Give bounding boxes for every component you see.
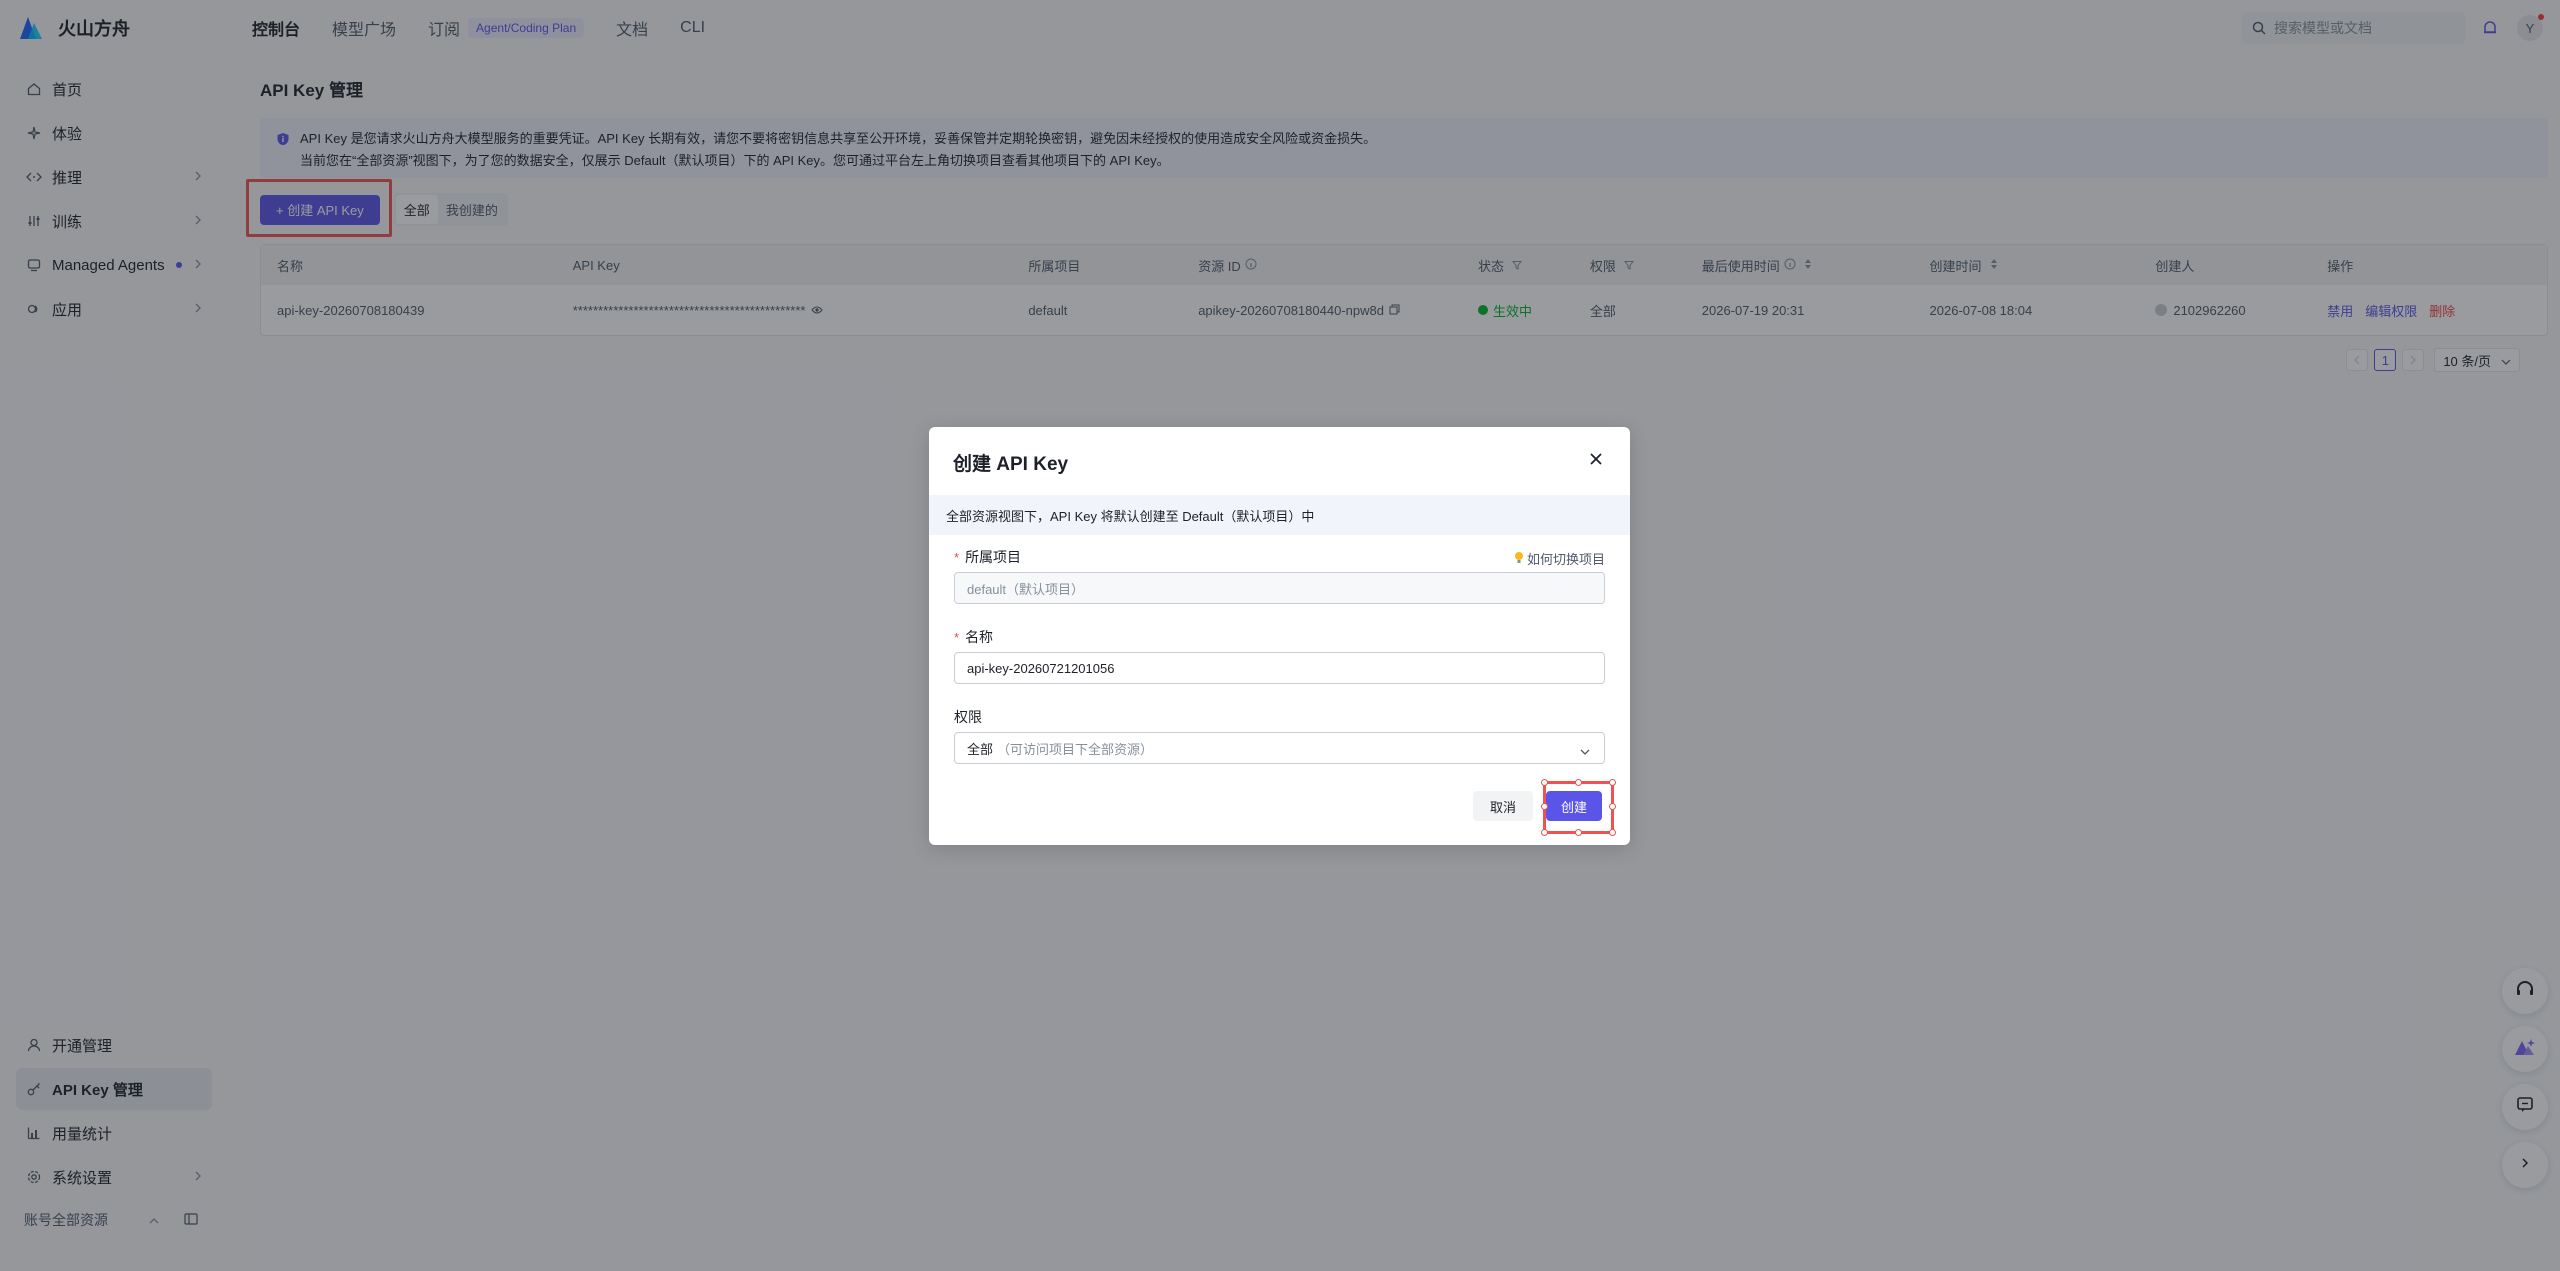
project-label: * 所属项目 (954, 547, 1021, 567)
required-mark: * (954, 629, 960, 645)
dialog-title: 创建 API Key (953, 454, 1069, 475)
permission-label: 权限 (954, 709, 982, 725)
required-mark: * (954, 549, 960, 565)
create-api-key-dialog: 创建 API Key 全部资源视图下，API Key 将默认创建至 Defaul… (929, 427, 1630, 845)
lightbulb-icon (1514, 551, 1524, 567)
how-to-switch-project-link[interactable]: 如何切换项目 (1514, 549, 1605, 568)
name-label: * 名称 (954, 627, 993, 647)
close-icon[interactable] (1586, 449, 1606, 469)
resize-handle (1575, 829, 1582, 836)
help-link-text: 如何切换项目 (1526, 552, 1605, 567)
permission-value: 全部 (967, 741, 994, 757)
dialog-info-banner: 全部资源视图下，API Key 将默认创建至 Default（默认项目）中 (929, 495, 1630, 535)
resize-handle (1575, 779, 1582, 786)
name-label-text: 名称 (965, 629, 994, 645)
project-input[interactable]: default（默认项目） (954, 572, 1605, 604)
permission-select[interactable]: 全部 （可访问项目下全部资源） (954, 732, 1605, 764)
permission-hint: （可访问项目下全部资源） (997, 741, 1154, 757)
project-label-text: 所属项目 (965, 549, 1022, 565)
cancel-button[interactable]: 取消 (1473, 791, 1533, 821)
highlight-create-button (1541, 779, 1616, 836)
resize-handle (1609, 803, 1616, 810)
name-input[interactable]: api-key-20260721201056 (954, 652, 1605, 684)
resize-handle (1609, 829, 1616, 836)
resize-handle (1541, 829, 1548, 836)
resize-handle (1609, 779, 1616, 786)
resize-handle (1541, 803, 1548, 810)
chevron-down-icon (1580, 743, 1590, 758)
resize-handle (1541, 779, 1548, 786)
